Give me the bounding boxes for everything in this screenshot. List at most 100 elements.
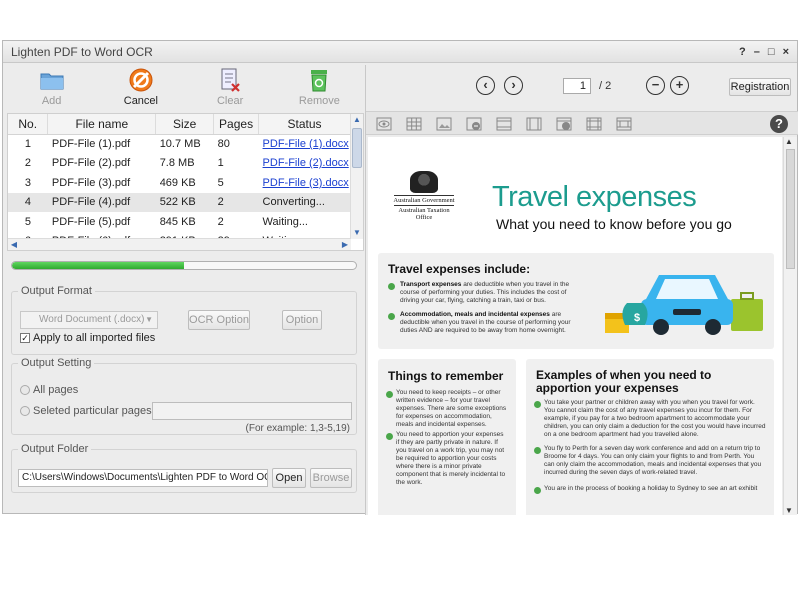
row-status-link[interactable]: PDF-File (1).docx	[259, 134, 351, 154]
page-remove-icon[interactable]	[466, 116, 482, 132]
col-no[interactable]: No.	[8, 114, 49, 135]
image-icon[interactable]	[436, 116, 452, 132]
title-bar: Lighten PDF to Word OCR ? – □ ×	[3, 41, 797, 63]
box2-bullet-1: You need to keep receipts – or other wri…	[396, 389, 507, 428]
things-to-remember-box: Things to remember You need to keep rece…	[378, 359, 516, 515]
table-horizontal-scrollbar[interactable]: ◀ ▶	[8, 238, 351, 250]
page-range-example: (For example: 1,3-5,19)	[245, 423, 351, 434]
remove-button[interactable]: Remove	[275, 67, 364, 107]
current-page-input[interactable]: 1	[563, 78, 591, 94]
scroll-thumb[interactable]	[352, 128, 362, 168]
row-no: 5	[24, 215, 32, 228]
apply-all-checkbox[interactable]: ✓ Apply to all imported files	[20, 332, 155, 344]
output-folder-path[interactable]: C:\Users\Windows\Documents\Lighten PDF t…	[18, 469, 268, 487]
all-pages-label: All pages	[33, 384, 79, 396]
row-pages: 80	[217, 138, 230, 150]
bullet-icon	[388, 313, 395, 320]
close-button[interactable]: ×	[783, 46, 789, 58]
row-status-link[interactable]: PDF-File (3).docx	[259, 173, 351, 193]
box3-bullet-2: You fly to Perth for a seven day work co…	[544, 445, 762, 476]
scroll-down-icon[interactable]: ▼	[351, 227, 363, 239]
box3-heading: Examples of when you need to apportion y…	[536, 368, 712, 395]
table-row[interactable]: 1 PDF-File (1).pdf 10.7 MB 80 PDF-File (…	[8, 134, 351, 154]
open-folder-button[interactable]: Open	[272, 468, 306, 488]
clear-button[interactable]: Clear	[186, 67, 275, 107]
output-setting-group: Output Setting All pages Seleted particu…	[11, 357, 357, 435]
bullet-icon	[386, 391, 393, 398]
table-header-row: No. File name Size Pages Status	[8, 114, 351, 135]
doc-subtitle: What you need to know before you go	[496, 216, 732, 232]
row-pages: 5	[217, 176, 224, 189]
next-page-icon[interactable]: ›	[504, 76, 523, 95]
table-vertical-scrollbar[interactable]: ▲ ▼	[350, 114, 363, 239]
row-pages: 2	[213, 192, 259, 212]
scroll-down-icon[interactable]: ▼	[785, 506, 793, 515]
option-button[interactable]: Option	[282, 310, 322, 330]
box1-bullet-1: Transport expenses are deductible when y…	[400, 281, 580, 305]
preview-scrollbar[interactable]: ▲ ▼	[783, 137, 797, 515]
page-range-input[interactable]	[152, 402, 352, 420]
cancel-icon	[129, 68, 153, 92]
previous-page-icon[interactable]: ‹	[476, 76, 495, 95]
clear-list-icon	[221, 68, 240, 92]
output-folder-group: Output Folder C:\Users\Windows\Documents…	[11, 443, 357, 493]
svg-text:$: $	[634, 312, 640, 324]
box3-bullet-1: You take your partner or children away w…	[544, 399, 766, 438]
row-pages: 2	[217, 215, 224, 228]
maximize-button[interactable]: □	[768, 46, 775, 58]
radio-icon	[20, 385, 30, 395]
row-pages: 1	[217, 157, 224, 170]
table-row[interactable]: 4 PDF-File (4).pdf 522 KB 2 Converting..…	[8, 192, 351, 212]
row-status-link[interactable]: PDF-File (2).docx	[259, 154, 351, 174]
minimize-button[interactable]: –	[754, 46, 760, 58]
region-remove-icon[interactable]	[556, 116, 572, 132]
row-size: 10.7 MB	[159, 138, 201, 150]
all-pages-radio[interactable]: All pages	[20, 384, 78, 396]
browse-button[interactable]: Browse	[310, 468, 352, 488]
help-icon[interactable]: ?	[770, 115, 788, 133]
scroll-right-icon[interactable]: ▶	[339, 239, 351, 250]
table-row[interactable]: 3 PDF-File (3).pdf 469 KB 5 PDF-File (3)…	[8, 173, 351, 193]
folder-icon	[40, 73, 64, 90]
help-window-button[interactable]: ?	[739, 46, 746, 58]
apply-all-label: Apply to all imported files	[33, 332, 156, 344]
view-toolbar: ?	[366, 111, 798, 135]
zoom-in-icon[interactable]: +	[670, 76, 689, 95]
row-file-name: PDF-File (3).pdf	[51, 176, 131, 189]
grid-icon[interactable]	[406, 116, 422, 132]
zoom-out-icon[interactable]: −	[646, 76, 665, 95]
col-file-name[interactable]: File name	[47, 114, 157, 135]
preview-panel: ‹ › 1 / 2 − + Registration ? Australian	[365, 65, 798, 515]
gov-line-2: Australian Taxation Office	[398, 207, 450, 221]
page-navigation: ‹ › 1 / 2 − + Registration	[366, 65, 797, 109]
table-row[interactable]: 2 PDF-File (2).pdf 7.8 MB 1 PDF-File (2)…	[8, 154, 351, 174]
radio-icon	[20, 406, 30, 416]
selected-pages-radio[interactable]: Seleted particular pages	[20, 405, 152, 417]
box1-heading: Travel expenses include:	[388, 262, 531, 276]
table-row[interactable]: 5 PDF-File (5).pdf 845 KB 2 Waiting...	[8, 212, 351, 232]
output-format-select[interactable]: Word Document (.docx) ▼	[20, 311, 158, 329]
col-status[interactable]: Status	[258, 114, 351, 135]
scroll-up-icon[interactable]: ▲	[351, 114, 363, 126]
header-region-icon[interactable]	[496, 116, 512, 132]
row-no: 2	[24, 157, 32, 170]
row-no: 3	[24, 176, 32, 189]
col-pages[interactable]: Pages	[213, 114, 260, 135]
total-pages: / 2	[599, 80, 612, 92]
preview-scroll-thumb[interactable]	[786, 149, 795, 269]
scroll-left-icon[interactable]: ◀	[8, 239, 20, 250]
ocr-option-button[interactable]: OCR Option	[188, 310, 250, 330]
margin-icon[interactable]	[586, 116, 602, 132]
output-setting-legend: Output Setting	[21, 357, 92, 369]
column-region-icon[interactable]	[526, 116, 542, 132]
full-page-icon[interactable]	[616, 116, 632, 132]
recycle-bin-icon	[311, 70, 328, 92]
scroll-up-icon[interactable]: ▲	[785, 137, 793, 146]
cancel-button[interactable]: Cancel	[96, 67, 185, 107]
add-button[interactable]: Add	[7, 67, 96, 107]
col-size[interactable]: Size	[155, 114, 215, 135]
bullet-icon	[386, 433, 393, 440]
eye-icon[interactable]	[376, 116, 392, 132]
registration-button[interactable]: Registration	[729, 78, 791, 96]
toolbar: Add Cancel Clear Remove	[7, 65, 364, 113]
